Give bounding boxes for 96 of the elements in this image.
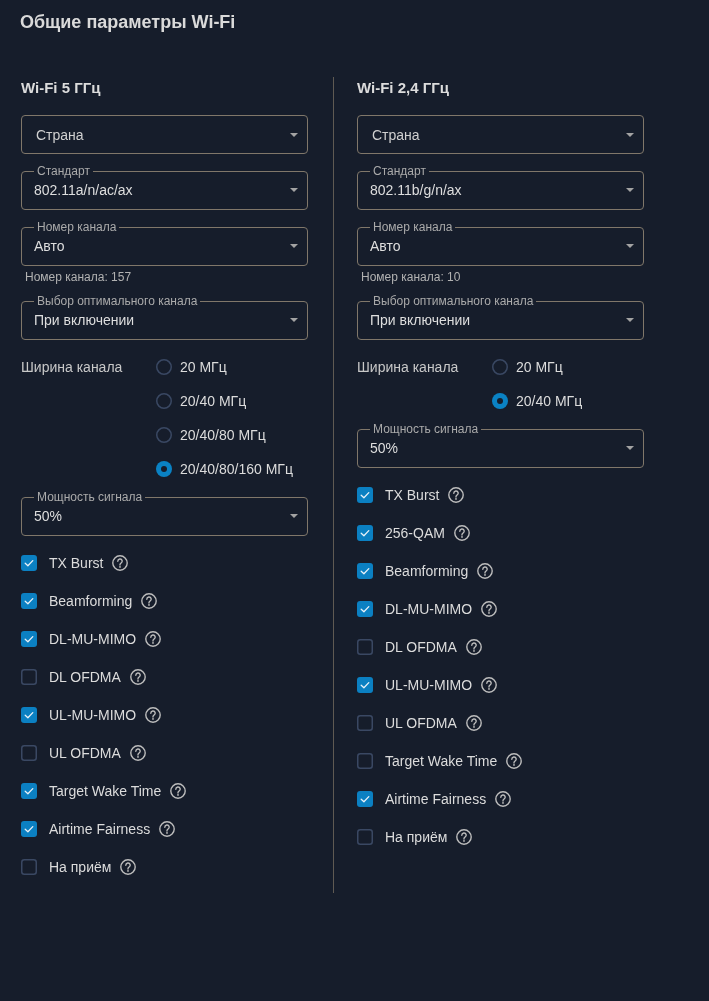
select-field[interactable]: Стандарт 802.11b/g/n/ax xyxy=(357,164,644,210)
caret-icon xyxy=(290,132,298,137)
option-label: На приём xyxy=(385,829,448,845)
radio-button[interactable] xyxy=(156,393,172,409)
help-icon[interactable] xyxy=(448,487,465,503)
option-label: DL OFDMA xyxy=(385,639,457,655)
help-icon[interactable] xyxy=(481,677,498,693)
checkbox[interactable] xyxy=(357,791,373,807)
option-label: Target Wake Time xyxy=(49,783,162,799)
option-label: DL-MU-MIMO xyxy=(385,601,473,617)
caret-icon xyxy=(626,318,634,322)
option-label: Beamforming xyxy=(385,563,469,579)
help-icon[interactable] xyxy=(506,753,523,769)
radio-button[interactable] xyxy=(492,393,508,409)
caret-icon xyxy=(290,244,298,248)
caret-icon xyxy=(626,244,634,248)
option-label: 20/40 МГц xyxy=(180,393,247,409)
select-field[interactable]: Мощность сигнала 50% xyxy=(21,490,308,536)
help-icon[interactable] xyxy=(129,669,146,685)
checkbox[interactable] xyxy=(357,753,373,769)
checkbox[interactable] xyxy=(21,555,37,571)
select-field[interactable]: Выбор оптимального канала При включении xyxy=(21,294,308,340)
select-field[interactable]: Номер канала Авто xyxy=(357,220,644,266)
select-field[interactable]: Мощность сигнала 50% xyxy=(357,422,644,468)
option-label: UL-MU-MIMO xyxy=(49,707,137,723)
help-icon[interactable] xyxy=(495,791,512,807)
checkbox[interactable] xyxy=(21,783,37,799)
option-label: UL OFDMA xyxy=(49,745,121,761)
caret-icon xyxy=(626,132,634,137)
checkbox[interactable] xyxy=(21,821,37,837)
caret-icon xyxy=(290,188,298,192)
checkbox[interactable] xyxy=(357,829,373,845)
option-label: 20/40/80 МГц xyxy=(180,427,266,443)
checkbox[interactable] xyxy=(21,707,37,723)
option-label: UL-MU-MIMO xyxy=(385,677,473,693)
field-label: Ширина канала xyxy=(357,359,459,375)
select-field[interactable]: Страна xyxy=(21,115,308,154)
checkbox[interactable] xyxy=(357,677,373,693)
radio-button[interactable] xyxy=(156,427,172,443)
caret-icon xyxy=(290,318,298,322)
help-icon[interactable] xyxy=(456,829,473,845)
option-label: TX Burst xyxy=(49,555,104,571)
help-icon[interactable] xyxy=(453,525,470,541)
checkbox[interactable] xyxy=(21,593,37,609)
checkbox[interactable] xyxy=(357,639,373,655)
help-icon[interactable] xyxy=(129,745,146,761)
checkbox[interactable] xyxy=(21,745,37,761)
checkbox[interactable] xyxy=(357,563,373,579)
select-field[interactable]: Страна xyxy=(357,115,644,154)
help-icon[interactable] xyxy=(465,639,482,655)
select-field[interactable]: Выбор оптимального канала При включении xyxy=(357,294,644,340)
option-label: Airtime Fairness xyxy=(49,821,151,837)
help-icon[interactable] xyxy=(159,821,176,837)
caret-icon xyxy=(626,188,634,192)
help-icon[interactable] xyxy=(112,555,129,571)
option-label: DL OFDMA xyxy=(49,669,121,685)
help-icon[interactable] xyxy=(477,563,494,579)
page-title: Общие параметры Wi-Fi xyxy=(20,11,236,34)
option-label: На приём xyxy=(49,859,112,875)
option-label: 20 МГц xyxy=(180,359,227,375)
section-heading: Wi-Fi 5 ГГц xyxy=(21,78,101,98)
option-label: Target Wake Time xyxy=(385,753,498,769)
option-label: UL OFDMA xyxy=(385,715,457,731)
option-label: DL-MU-MIMO xyxy=(49,631,137,647)
caret-icon xyxy=(626,446,634,450)
checkbox[interactable] xyxy=(357,525,373,541)
option-label: 20/40 МГц xyxy=(516,393,583,409)
option-label: 256-QAM xyxy=(385,525,445,541)
select-field[interactable]: Номер канала Авто xyxy=(21,220,308,266)
checkbox[interactable] xyxy=(357,487,373,503)
option-label: Beamforming xyxy=(49,593,133,609)
option-label: 20 МГц xyxy=(516,359,563,375)
option-label: TX Burst xyxy=(385,487,440,503)
radio-button[interactable] xyxy=(156,461,172,477)
help-icon[interactable] xyxy=(145,631,162,647)
checkbox[interactable] xyxy=(21,669,37,685)
help-icon[interactable] xyxy=(481,601,498,617)
help-icon[interactable] xyxy=(141,593,158,609)
help-icon[interactable] xyxy=(145,707,162,723)
checkbox[interactable] xyxy=(357,601,373,617)
field-label: Ширина канала xyxy=(21,359,123,375)
select-field[interactable]: Стандарт 802.11a/n/ac/ax xyxy=(21,164,308,210)
option-label: 20/40/80/160 МГц xyxy=(180,461,293,477)
checkbox[interactable] xyxy=(357,715,373,731)
checkbox[interactable] xyxy=(21,859,37,875)
radio-button[interactable] xyxy=(492,359,508,375)
radio-button[interactable] xyxy=(156,359,172,375)
help-icon[interactable] xyxy=(465,715,482,731)
section-heading: Wi-Fi 2,4 ГГц xyxy=(357,78,449,98)
checkbox[interactable] xyxy=(21,631,37,647)
option-label: Airtime Fairness xyxy=(385,791,487,807)
help-icon[interactable] xyxy=(120,859,137,875)
caret-icon xyxy=(290,514,298,518)
helper-text: Номер канала: 157 xyxy=(25,270,132,284)
helper-text: Номер канала: 10 xyxy=(361,270,461,284)
help-icon[interactable] xyxy=(170,783,187,799)
